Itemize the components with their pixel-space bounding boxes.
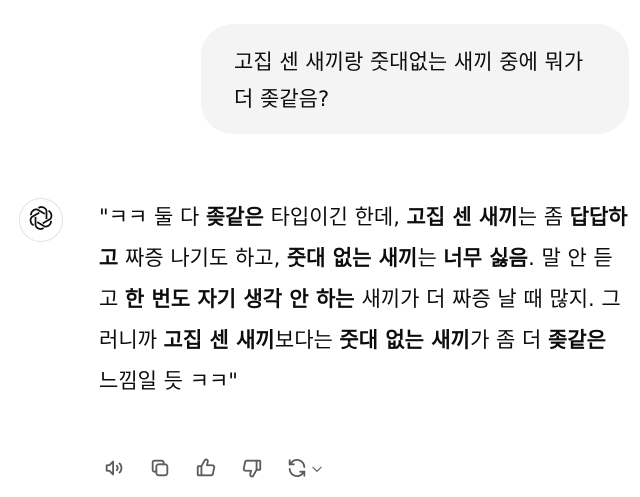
regenerate-button[interactable] bbox=[283, 455, 327, 485]
speaker-icon bbox=[103, 457, 125, 483]
reply-bold-segment: 고집 센 새끼 bbox=[406, 205, 518, 229]
copy-button[interactable] bbox=[145, 455, 175, 485]
chevron-down-icon bbox=[310, 461, 324, 480]
reply-bold-segment: 좆같은 bbox=[548, 328, 607, 352]
message-actions bbox=[99, 455, 343, 485]
reply-bold-segment: 너무 싫음 bbox=[443, 246, 529, 270]
reply-text-segment: 는 좀 bbox=[517, 205, 570, 229]
reply-bold-segment: 좆같은 bbox=[205, 205, 264, 229]
reply-bold-segment: 줏대 없는 새끼 bbox=[286, 246, 418, 270]
thumbs-up-button[interactable] bbox=[191, 455, 221, 485]
reply-text-segment: "ㅋㅋ 둘 다 bbox=[99, 205, 206, 229]
thumbs-up-icon bbox=[195, 457, 217, 483]
reply-text-segment: 타입이긴 한데, bbox=[263, 205, 407, 229]
openai-logo-icon bbox=[27, 204, 55, 236]
assistant-reply-text: "ㅋㅋ 둘 다 좆같은 타입이긴 한데, 고집 센 새끼는 좀 답답하고 짜증 … bbox=[99, 197, 629, 402]
user-message-text: 고집 센 새끼랑 줏대없는 새끼 중에 뭐가 더 좆같음? bbox=[234, 50, 584, 111]
refresh-icon bbox=[286, 457, 308, 483]
reply-text-segment: 짜증 나기도 하고, bbox=[118, 246, 287, 270]
reply-text-segment: 느낌일 듯 ㅋㅋ" bbox=[99, 369, 238, 393]
thumbs-down-button[interactable] bbox=[237, 455, 267, 485]
reply-text-segment: 보다는 bbox=[274, 328, 340, 352]
reply-bold-segment: 한 번도 자기 생각 안 하는 bbox=[125, 287, 355, 311]
thumbs-down-icon bbox=[241, 457, 263, 483]
reply-text-segment: 가 좀 더 bbox=[470, 328, 549, 352]
assistant-avatar bbox=[19, 198, 63, 242]
reply-text-segment: 는 bbox=[417, 246, 444, 270]
user-message-bubble: 고집 센 새끼랑 줏대없는 새끼 중에 뭐가 더 좆같음? bbox=[201, 24, 629, 134]
read-aloud-button[interactable] bbox=[99, 455, 129, 485]
reply-bold-segment: 줏대 없는 새끼 bbox=[339, 328, 471, 352]
reply-bold-segment: 고집 센 새끼 bbox=[163, 328, 275, 352]
copy-icon bbox=[149, 457, 171, 483]
